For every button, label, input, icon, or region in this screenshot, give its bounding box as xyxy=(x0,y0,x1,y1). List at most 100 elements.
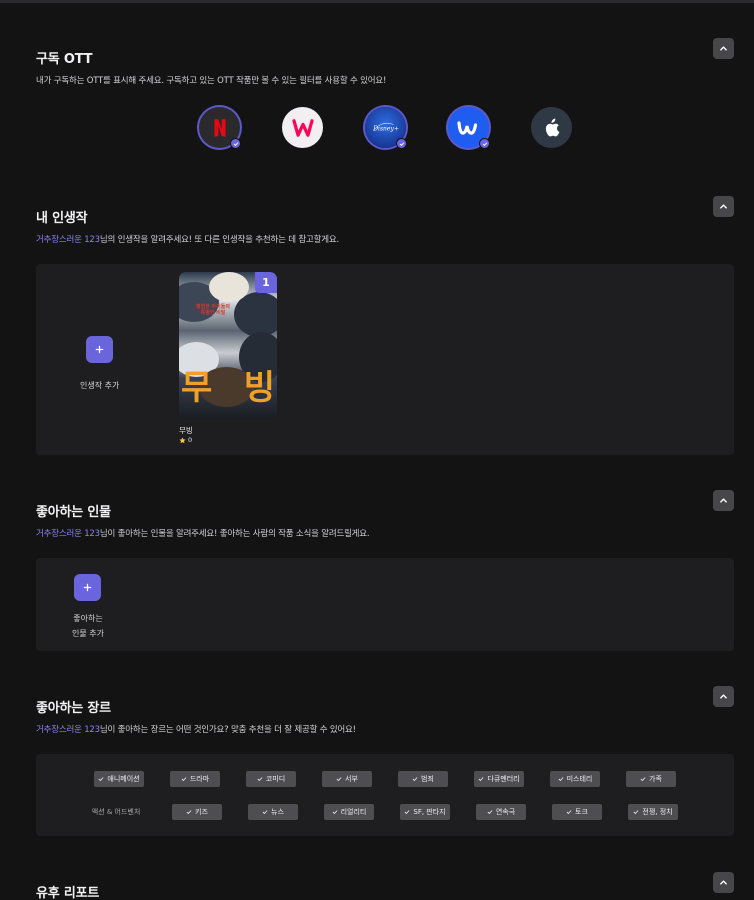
check-icon xyxy=(332,810,338,815)
top-bar xyxy=(0,0,754,3)
ott-apple-tv[interactable] xyxy=(531,107,572,148)
genre-chip[interactable]: 연속극 xyxy=(476,804,526,820)
favorite-work-section: 내 인생작 거추장스러운 123님의 인생작을 알려주세요! 또 다른 인생작을… xyxy=(36,196,734,456)
ott-wavve[interactable] xyxy=(448,107,490,149)
rank-badge: 1 xyxy=(255,272,277,293)
check-icon xyxy=(633,810,639,815)
check-icon xyxy=(262,810,268,815)
genre-chip[interactable]: 가족 xyxy=(626,771,676,787)
genre-chip[interactable]: 미스테리 xyxy=(550,771,600,787)
poster-tagline: 평범한 아이들의 특별한 비밀 xyxy=(196,304,230,316)
check-icon xyxy=(336,777,342,782)
genre-chip[interactable]: 액션 & 어드벤처 xyxy=(84,804,148,820)
genre-label: 드라마 xyxy=(189,775,210,783)
section-description: 거추장스러운 123님이 좋아하는 인물을 알려주세요! 좋아하는 사람의 작품… xyxy=(36,529,370,539)
check-icon xyxy=(98,777,104,782)
chevron-up-icon xyxy=(720,204,727,209)
ott-netflix[interactable] xyxy=(199,107,241,149)
genre-list: 애니메이션 드라마 코미디 서부 범죄 다큐멘터리 미스테리 가족액션 & 어드벤처 키즈 뉴스 리… xyxy=(36,754,734,836)
chevron-up-icon xyxy=(720,46,727,51)
favorite-work-panel: 인생작 추가 평범한 아이들의 특별한 비밀 무 빙 1 무빙 0 xyxy=(36,264,734,455)
ott-disney-plus[interactable]: Disney+ xyxy=(365,107,407,149)
section-title: 구독 OTT xyxy=(36,52,93,67)
genre-chip[interactable]: 다큐멘터리 xyxy=(474,771,524,787)
username: 거추장스러운 123 xyxy=(36,235,100,245)
genre-chip[interactable]: 애니메이션 xyxy=(94,771,144,787)
poster-title-right: 빙 xyxy=(243,368,275,408)
genre-chip[interactable]: 코미디 xyxy=(246,771,296,787)
genre-chip[interactable]: 전쟁, 정치 xyxy=(628,804,678,820)
section-description: 거추장스러운 123님의 인생작을 알려주세요! 또 다른 인생작을 추천하는 … xyxy=(36,235,339,245)
check-icon xyxy=(566,810,572,815)
ott-section: 구독 OTT 내가 구독하는 OTT를 표시해 주세요. 구독하고 있는 OTT… xyxy=(36,38,734,149)
collapse-button[interactable] xyxy=(713,196,734,217)
favorite-people-panel: 좋아하는 인물 추가 xyxy=(36,558,734,651)
genre-chip[interactable]: 드라마 xyxy=(170,771,220,787)
genre-label: 미스테리 xyxy=(566,775,593,783)
selected-check-icon xyxy=(230,138,241,149)
genre-label: 애니메이션 xyxy=(107,775,140,783)
genre-label: 다큐멘터리 xyxy=(487,775,520,783)
chevron-up-icon xyxy=(720,694,727,699)
genre-chip[interactable]: 리얼리티 xyxy=(324,804,374,820)
poster-title-left: 무 xyxy=(181,368,213,408)
check-icon xyxy=(181,777,187,782)
genre-chip[interactable]: 서부 xyxy=(322,771,372,787)
netflix-icon xyxy=(213,118,226,137)
favorite-people-section: 좋아하는 인물 거추장스러운 123님이 좋아하는 인물을 알려주세요! 좋아하… xyxy=(36,490,734,652)
check-icon xyxy=(412,777,418,782)
genre-label: 코미디 xyxy=(265,775,286,783)
genre-label: 범죄 xyxy=(421,775,434,783)
check-icon xyxy=(640,777,646,782)
collapse-button[interactable] xyxy=(713,38,734,59)
collapse-button[interactable] xyxy=(713,490,734,511)
section-title: 유후 리포트 xyxy=(36,886,100,900)
section-description: 내가 구독하는 OTT를 표시해 주세요. 구독하고 있는 OTT 작품만 볼 … xyxy=(36,76,387,86)
add-label: 좋아하는 인물 추가 xyxy=(72,614,104,638)
username: 거추장스러운 123 xyxy=(36,529,100,539)
movie-poster[interactable]: 평범한 아이들의 특별한 비밀 무 빙 1 xyxy=(179,272,277,419)
genre-chip[interactable]: 키즈 xyxy=(172,804,222,820)
report-section: 유후 리포트 xyxy=(36,872,734,900)
genre-label: 키즈 xyxy=(195,808,208,816)
username: 거추장스러운 123 xyxy=(36,725,100,735)
genre-section: 좋아하는 장르 거추장스러운 123님이 좋아하는 장르는 어떤 것인가요? 맞… xyxy=(36,686,734,836)
selected-check-icon xyxy=(396,138,407,149)
check-icon xyxy=(404,810,410,815)
genre-label: 토크 xyxy=(575,808,588,816)
genre-chip[interactable]: 뉴스 xyxy=(248,804,298,820)
check-icon xyxy=(478,777,484,782)
apple-icon xyxy=(545,118,560,136)
ott-watcha[interactable] xyxy=(282,107,323,148)
watcha-icon xyxy=(291,118,314,137)
genre-chip[interactable]: 토크 xyxy=(552,804,602,820)
genre-label: SF, 판타지 xyxy=(413,808,446,816)
genre-label: 전쟁, 정치 xyxy=(642,808,673,816)
chevron-up-icon xyxy=(720,880,727,885)
genre-chip[interactable]: 범죄 xyxy=(398,771,448,787)
wavve-icon xyxy=(456,120,477,135)
add-button[interactable] xyxy=(86,336,114,363)
genre-label: 서부 xyxy=(345,775,358,783)
svg-text:Disney+: Disney+ xyxy=(372,126,399,133)
star-icon xyxy=(179,436,186,443)
genre-label: 연속극 xyxy=(495,808,516,816)
section-title: 내 인생작 xyxy=(36,211,88,226)
check-icon xyxy=(558,777,564,782)
collapse-button[interactable] xyxy=(713,872,734,893)
selected-check-icon xyxy=(479,138,490,149)
movie-rating: 0 xyxy=(179,436,192,444)
genre-panel: 애니메이션 드라마 코미디 서부 범죄 다큐멘터리 미스테리 가족액션 & 어드벤처 키즈 뉴스 리… xyxy=(36,754,734,836)
disney-plus-icon: Disney+ xyxy=(372,122,399,133)
genre-chip[interactable]: SF, 판타지 xyxy=(400,804,450,820)
collapse-button[interactable] xyxy=(713,686,734,707)
check-icon xyxy=(487,810,493,815)
ott-list: Disney+ xyxy=(199,107,572,149)
add-button[interactable] xyxy=(74,574,102,601)
add-favorite-work[interactable]: 인생작 추가 xyxy=(80,336,119,393)
plus-icon xyxy=(95,345,104,354)
section-description: 거추장스러운 123님이 좋아하는 장르는 어떤 것인가요? 맞춤 추천을 더 … xyxy=(36,725,356,735)
chevron-up-icon xyxy=(720,498,727,503)
movie-title: 무빙 xyxy=(179,426,193,435)
add-favorite-person[interactable]: 좋아하는 인물 추가 xyxy=(72,574,104,641)
